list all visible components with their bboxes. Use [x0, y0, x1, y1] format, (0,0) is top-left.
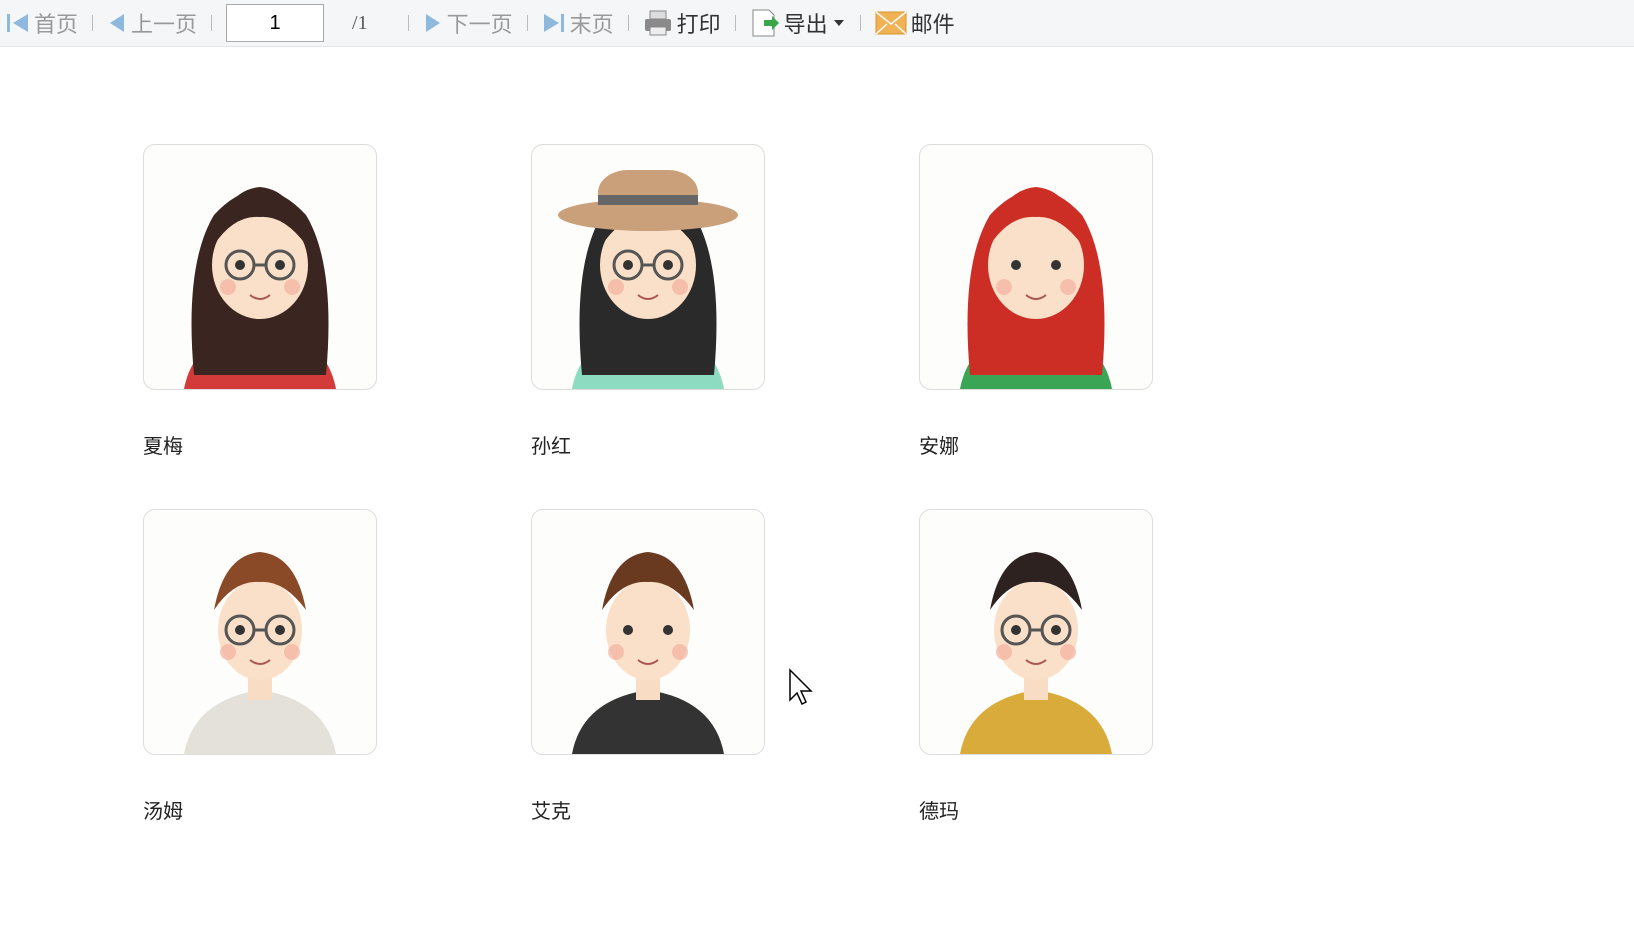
- avatar: [143, 509, 377, 755]
- page-number-input[interactable]: [226, 4, 325, 42]
- export-label: 导出: [783, 13, 828, 38]
- export-icon: [752, 9, 779, 37]
- person-name: 孙红: [531, 434, 571, 458]
- prev-page-icon: [110, 14, 125, 32]
- next-page-label: 下一页: [446, 13, 513, 38]
- chevron-down-icon: [833, 20, 844, 26]
- divider: [627, 15, 629, 31]
- next-page-icon: [425, 14, 440, 32]
- prev-page-label: 上一页: [131, 13, 198, 38]
- avatar: [531, 144, 765, 390]
- last-page-label: 末页: [569, 13, 614, 38]
- avatar: [919, 144, 1153, 390]
- divider: [734, 15, 736, 31]
- mail-button[interactable]: 邮件: [875, 7, 955, 39]
- report-toolbar: 首页 上一页 /1 下一页 末页 打印 导出 邮件: [0, 0, 1634, 47]
- person-name: 德玛: [919, 799, 959, 823]
- person-card: 夏梅: [143, 144, 377, 459]
- person-name: 安娜: [919, 434, 959, 458]
- prev-page-button[interactable]: 上一页: [107, 7, 197, 39]
- print-label: 打印: [676, 13, 721, 38]
- person-card: 汤姆: [143, 509, 377, 824]
- avatar: [531, 509, 765, 755]
- last-page-icon: [543, 14, 564, 32]
- person-card: 孙红: [531, 144, 765, 459]
- person-name: 艾克: [531, 799, 571, 823]
- mail-label: 邮件: [910, 13, 955, 38]
- last-page-button[interactable]: 末页: [542, 7, 614, 39]
- avatar: [143, 144, 377, 390]
- person-name: 夏梅: [143, 434, 183, 458]
- first-page-button[interactable]: 首页: [6, 7, 78, 39]
- avatar: [919, 509, 1153, 755]
- mouse-cursor-icon: [789, 668, 813, 706]
- person-card: 艾克: [531, 509, 765, 824]
- person-card: 德玛: [919, 509, 1153, 824]
- first-page-label: 首页: [34, 13, 79, 38]
- next-page-button[interactable]: 下一页: [423, 7, 513, 39]
- divider: [92, 15, 94, 31]
- people-grid: 夏梅 孙红 安娜 汤姆 艾克 德玛: [143, 144, 1307, 824]
- person-card: 安娜: [919, 144, 1153, 459]
- first-page-icon: [7, 14, 28, 32]
- printer-icon: [644, 10, 671, 36]
- mail-icon: [875, 11, 907, 35]
- print-button[interactable]: 打印: [643, 7, 721, 39]
- divider: [526, 15, 528, 31]
- divider: [407, 15, 409, 31]
- export-button[interactable]: 导出: [750, 7, 846, 39]
- person-name: 汤姆: [143, 799, 183, 823]
- divider: [211, 15, 213, 31]
- divider: [859, 15, 861, 31]
- total-pages: /1: [352, 11, 368, 34]
